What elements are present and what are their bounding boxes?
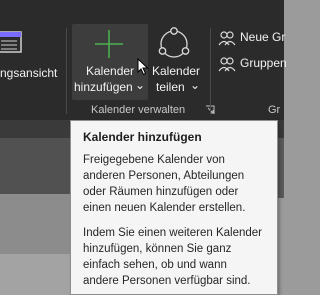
chevron-down-icon: ⌄ <box>135 78 146 92</box>
group-separator <box>210 28 211 114</box>
ribbon: ngsansicht Kalender hinzufügen ⌄ Kalende… <box>0 0 287 120</box>
chevron-down-icon: ⌄ <box>190 78 201 92</box>
calendar-view-icon[interactable] <box>0 31 22 53</box>
share-calendar-label-line1[interactable]: Kalender <box>152 64 200 79</box>
group-separator <box>66 28 67 114</box>
groups-label: Gruppen <box>240 56 287 70</box>
tooltip-title: Kalender hinzufügen <box>83 130 202 144</box>
share-calendar-icon <box>158 27 190 58</box>
group-label-partial: Gr <box>268 104 281 116</box>
people-icon <box>218 57 236 72</box>
plus-icon <box>95 30 123 58</box>
content-area <box>0 254 70 295</box>
new-group-label: Neue Gr <box>240 30 286 44</box>
people-icon <box>218 31 236 46</box>
content-header-left <box>0 138 70 194</box>
tooltip-paragraph-1: Freigegebene Kalender von anderen Person… <box>83 154 246 214</box>
share-calendar-label-line2[interactable]: teilen <box>156 80 185 95</box>
add-calendar-label-line2: hinzufügen <box>74 80 133 94</box>
tooltip: Kalender hinzufügen Freigegebene Kalende… <box>70 120 278 295</box>
group-label-kalender-verwalten: Kalender verwalten <box>91 104 186 116</box>
add-calendar-label-line1: Kalender <box>86 64 135 78</box>
mouse-cursor-icon <box>137 58 149 76</box>
tooltip-paragraph-2: Indem Sie einen weiteren Kalender hinzuf… <box>83 227 263 287</box>
calendar-view-label[interactable]: ngsansicht <box>0 66 57 81</box>
content-area <box>0 194 70 254</box>
